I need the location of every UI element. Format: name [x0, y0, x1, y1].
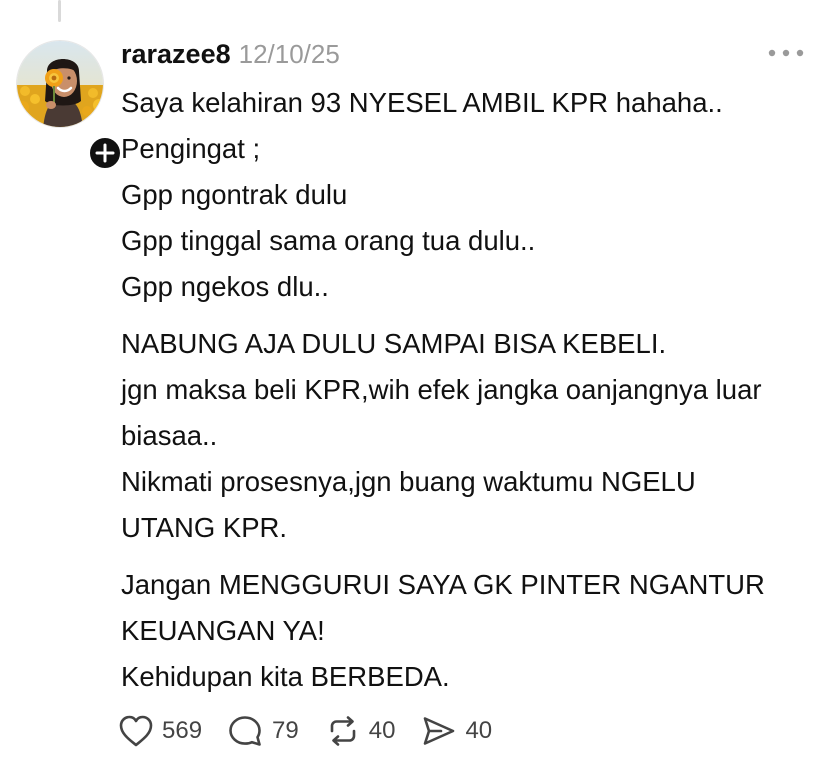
post-paragraph: Jangan MENGGURUI SAYA GK PINTER NGANTUR …: [121, 562, 811, 700]
post-line: Gpp ngekos dlu..: [121, 271, 329, 302]
post-paragraph: Saya kelahiran 93 NYESEL AMBIL KPR hahah…: [121, 80, 811, 310]
like-button[interactable]: 569: [118, 714, 202, 748]
thread-connector-line: [58, 0, 61, 22]
post-line: Pengingat ;: [121, 133, 261, 164]
more-options-button[interactable]: [766, 40, 806, 66]
username[interactable]: rarazee8: [121, 39, 231, 70]
comment-bubble-icon: [229, 716, 261, 746]
post-line: Nikmati prosesnya,jgn buang waktumu NGEL…: [121, 466, 696, 543]
timestamp: 12/10/25: [238, 38, 340, 69]
plus-icon: [95, 143, 115, 163]
like-count: 569: [162, 717, 203, 744]
post-text: Saya kelahiran 93 NYESEL AMBIL KPR hahah…: [121, 80, 811, 711]
post-line: Saya kelahiran 93 NYESEL AMBIL KPR hahah…: [121, 87, 723, 118]
repost-icon: [330, 716, 356, 746]
post-paragraph: NABUNG AJA DULU SAMPAI BISA KEBELI. jgn …: [121, 321, 811, 551]
heart-icon: [119, 715, 153, 747]
follow-button[interactable]: [86, 134, 124, 172]
post-line: Gpp ngontrak dulu: [121, 179, 348, 210]
avatar-image: [17, 41, 103, 127]
post-line: Kehidupan kita BERBEDA.: [121, 661, 450, 692]
avatar[interactable]: [16, 40, 104, 128]
share-count: 40: [465, 717, 493, 744]
avatar-container: [16, 40, 124, 172]
repost-count: 40: [368, 717, 396, 744]
reply-count: 79: [272, 717, 299, 744]
send-icon: [424, 717, 455, 745]
post-line: Jangan MENGGURUI SAYA GK PINTER NGANTUR …: [121, 569, 765, 646]
action-bar: 569 79 40 40: [118, 710, 518, 752]
reply-button[interactable]: 79: [228, 714, 299, 748]
share-button[interactable]: 40: [421, 714, 492, 748]
post-line: NABUNG AJA DULU SAMPAI BISA KEBELI.: [121, 328, 667, 359]
repost-button[interactable]: 40: [325, 714, 396, 748]
post-header: rarazee8 12/10/25: [121, 34, 340, 74]
post-line: jgn maksa beli KPR,wih efek jangka oanja…: [121, 374, 762, 451]
post-line: Gpp tinggal sama orang tua dulu..: [121, 225, 536, 256]
more-horizontal-icon: [768, 49, 804, 57]
